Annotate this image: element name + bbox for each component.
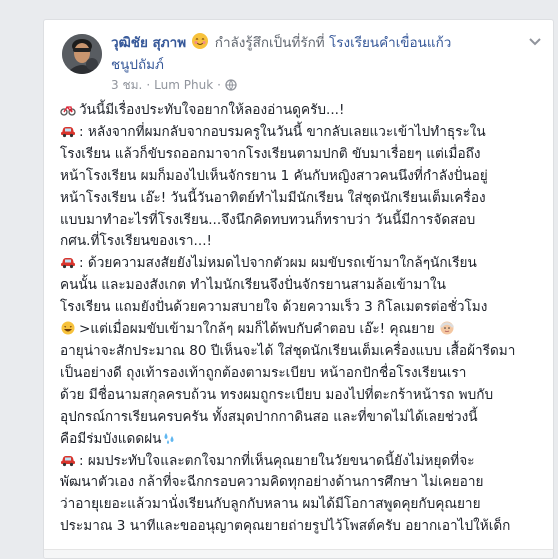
avatar[interactable] xyxy=(62,34,102,74)
paragraph-1-line-1: วันนี้มีเรื่องประทับใจอยากให้ลองอ่านดูคร… xyxy=(79,102,345,118)
paragraph-4-line-3: ว่าอายุเยอะแล้วมานั่งเรียนกับลูกกับหลาน … xyxy=(60,496,481,513)
paragraph-3-line-6: เป็นอย่างดี ถุงเท้ารองเท้าถูกต้องตามระเบ… xyxy=(60,364,467,381)
paragraph-2-line-2: โรงเรียน แล้วก็ขับรถออกมาจากโรงเรียนตามป… xyxy=(60,145,481,162)
car-icon xyxy=(60,453,76,467)
paragraph-2-line-6: กศน.ที่โรงเรียนของเรา...! xyxy=(60,233,212,250)
paragraph-3-line-7: ด้วย มีชื่อนามสกุลครบถ้วน ทรงผมถูกระเบีย… xyxy=(60,386,494,403)
feeling-text: กำลังรู้สึกเป็นที่รักที่ xyxy=(214,35,325,51)
paragraph-4-line-2: พัฒนาตัวเอง กล้าที่จะฉีกกรอบความคิดทุกอย… xyxy=(60,474,484,491)
place-line-2: ชนูปถัมภ์ xyxy=(111,57,164,73)
dot-separator: · xyxy=(146,78,151,92)
paragraph-3-line-1: : ด้วยความสงสัยยังไม่หมดไปจากตัวผม ผมขับ… xyxy=(79,255,477,272)
paragraph-1: วันนี้มีเรื่องประทับใจอยากให้ลองอ่านดูคร… xyxy=(60,100,552,122)
post-body: วันนี้มีเรื่องประทับใจอยากให้ลองอ่านดูคร… xyxy=(60,100,552,538)
paragraph-3-line-8: อุปกรณ์การเรียนครบครัน ทั้งสมุดปากกาดินส… xyxy=(60,408,478,425)
paragraph-3-line-4: >แต่เมื่อผมขับเข้ามาใกล้ๆ ผมก็ได้พบกับคำ… xyxy=(79,321,435,338)
car-icon xyxy=(60,124,76,138)
globe-icon[interactable] xyxy=(225,79,237,91)
paragraph-3-line-9: คือมีร่มบังแดดฝน xyxy=(60,430,162,447)
paragraph-3: : ด้วยความสงสัยยังไม่หมดไปจากตัวผม ผมขับ… xyxy=(60,253,552,450)
paragraph-2-line-4: หน้าโรงเรียน เอ๊ะ! วันนี้วันอาทิตย์ทำไมม… xyxy=(60,189,486,206)
post-location[interactable]: Lum Phuk xyxy=(154,77,213,93)
paragraph-4-line-1: : ผมประทับใจและตกใจมากที่เห็นคุณยายในวัย… xyxy=(79,452,475,469)
dot-separator-2: · xyxy=(217,78,221,92)
bicycle-icon xyxy=(60,102,76,116)
paragraph-4-line-4: ประมาณ 3 นาทีและขออนุญาตคุณยายถ่ายรูปไว้… xyxy=(60,518,511,535)
paragraph-3-line-5: อายุน่าจะสักประมาณ 80 ปีเห็นจะได้ ใส่ชุด… xyxy=(60,342,516,359)
paragraph-2-line-5: แบบมาทำอะไรที่โรงเรียน...จึงนึกคิดทบทวนก… xyxy=(60,211,476,228)
paragraph-2: : หลังจากที่ผมกลับจากอบรมครูในวันนี้ ขาก… xyxy=(60,122,552,253)
droplets-icon xyxy=(161,431,177,445)
old-man-emoji-icon xyxy=(439,321,455,335)
paragraph-2-line-1: : หลังจากที่ผมกลับจากอบรมครูในวันนี้ ขาก… xyxy=(79,123,486,140)
paragraph-3-line-3: โรงเรียน แถมยังปั่นด้วยความสบายใจ ด้วยคว… xyxy=(60,299,488,316)
paragraph-3-line-2: คนนั้น และมองสังเกต ทำไมนักเรียนจึงปั่นจ… xyxy=(60,277,446,294)
post-card: วุฒิชัย สุภาพ กำลังรู้สึกเป็นที่รักที่ โ… xyxy=(43,19,554,559)
post-footer-bar xyxy=(44,549,553,558)
post-header: วุฒิชัย สุภาพ กำลังรู้สึกเป็นที่รักที่ โ… xyxy=(111,32,511,76)
feeling-emoji-icon xyxy=(191,32,209,50)
grin-emoji-icon xyxy=(60,321,76,335)
post-meta: 3 ชม. · Lum Phuk · xyxy=(111,77,237,93)
place-line-1: โรงเรียนคำเขื่อนแก้ว xyxy=(328,35,452,51)
paragraph-2-line-3: หน้าโรงเรียน ผมก็มองไปเห็นจักรยาน 1 คันก… xyxy=(60,167,488,184)
post-time[interactable]: 3 ชม. xyxy=(111,77,142,93)
car-icon xyxy=(60,255,76,269)
author-name[interactable]: วุฒิชัย สุภาพ xyxy=(111,35,186,51)
options-chevron-icon[interactable] xyxy=(529,32,541,46)
paragraph-4: : ผมประทับใจและตกใจมากที่เห็นคุณยายในวัย… xyxy=(60,451,552,539)
